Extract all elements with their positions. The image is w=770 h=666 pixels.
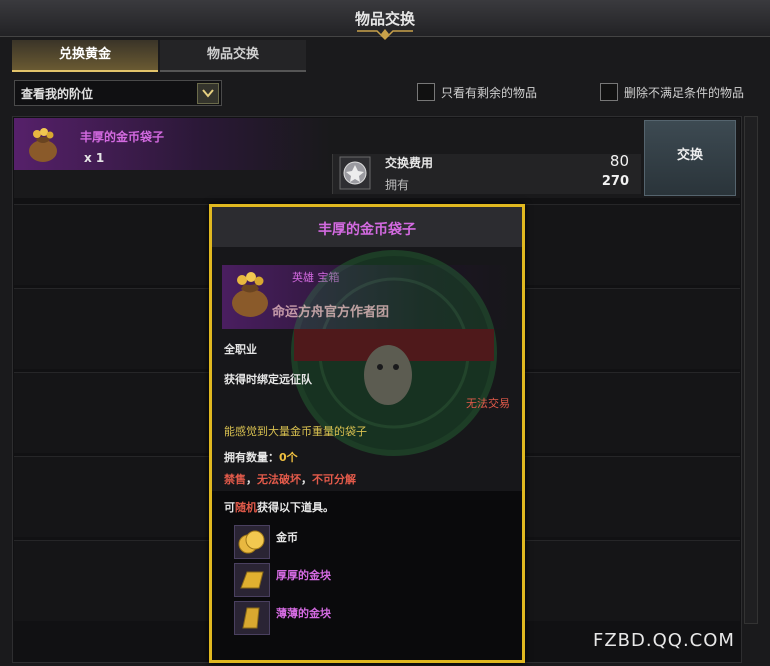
cost-label: 交换费用	[385, 156, 434, 170]
exchange-row[interactable]: 丰厚的金币袋子 x 1 交换费用 80 拥有 270 交换	[14, 118, 740, 198]
watermark-text: 命运方舟官方作者团	[272, 305, 390, 320]
checkbox-box[interactable]	[417, 83, 435, 101]
random-reward-note: 可随机获得以下道具。	[224, 499, 334, 515]
gold-pouch-icon	[29, 128, 57, 162]
restrict-destroy: 无法破坏	[257, 473, 301, 486]
reward-section: 可随机获得以下道具。 金币 厚厚的金块 薄薄的金块	[212, 491, 522, 660]
gold-coin-icon	[234, 525, 270, 559]
tooltip-trade: 无法交易	[466, 397, 510, 410]
restrict-sell: 禁售	[224, 473, 246, 486]
item-name: 丰厚的金币袋子	[80, 130, 165, 144]
gold-pouch-icon	[232, 272, 268, 317]
window-titlebar: 物品交换	[0, 0, 770, 41]
random-suffix: 获得以下道具。	[257, 501, 334, 514]
item-quantity: x 1	[84, 151, 105, 165]
hide-unmet-label: 删除不满足条件的物品	[624, 86, 745, 100]
owned-value: 270	[601, 174, 629, 189]
owned-label: 拥有	[385, 178, 410, 192]
random-word: 随机	[235, 501, 257, 514]
rank-dropdown[interactable]: 查看我的阶位	[14, 80, 222, 106]
tooltip-title: 丰厚的金币袋子	[318, 222, 416, 238]
reward-name: 金币	[276, 531, 298, 544]
tooltip-bind: 获得时绑定远征队	[224, 373, 312, 386]
site-watermark: FZBD.QQ.COM	[593, 630, 735, 651]
tooltip-class: 全职业	[224, 343, 257, 356]
checkbox-box[interactable]	[600, 83, 618, 101]
reward-name: 厚厚的金块	[276, 569, 331, 582]
remaining-only-label: 只看有剩余的物品	[441, 86, 538, 100]
rank-dropdown-label: 查看我的阶位	[21, 87, 94, 101]
item-tooltip: 丰厚的金币袋子 英雄 宝箱 命运方舟官方作者团 全职业 获得时绑定远征队 无法交…	[209, 204, 525, 663]
tooltip-header: 丰厚的金币袋子	[212, 207, 522, 247]
own-count-label: 拥有数量：	[224, 451, 279, 464]
window-title: 物品交换	[354, 10, 415, 28]
currency-medal-icon	[339, 156, 371, 190]
tooltip-description: 能感觉到大量金币重量的袋子	[224, 425, 367, 438]
restrict-separator: ，	[301, 473, 312, 486]
tab-item-exchange[interactable]: 物品交换	[160, 40, 306, 72]
cost-value: 80	[609, 152, 629, 170]
gold-bar-icon	[234, 601, 270, 635]
list-scrollbar[interactable]	[744, 116, 758, 624]
tooltip-own-count: 拥有数量：0个	[224, 449, 298, 465]
random-prefix: 可	[224, 501, 235, 514]
tooltip-restrictions: 禁售，无法破坏，不可分解	[224, 471, 356, 487]
filter-bar: 查看我的阶位 只看有剩余的物品 删除不满足条件的物品	[12, 78, 762, 108]
cost-panel: 交换费用 80 拥有 270	[332, 152, 641, 194]
restrict-separator: ，	[246, 473, 257, 486]
restrict-dismantle: 不可分解	[312, 473, 356, 486]
own-count-value: 0个	[279, 451, 298, 464]
reward-name: 薄薄的金块	[276, 607, 331, 620]
tab-bar: 兑换黄金 物品交换	[12, 40, 308, 72]
exchange-button[interactable]: 交换	[644, 120, 736, 196]
title-ornament-icon	[357, 29, 413, 41]
chevron-down-icon[interactable]	[197, 83, 219, 104]
tab-exchange-gold[interactable]: 兑换黄金	[12, 40, 158, 72]
gold-bar-icon	[234, 563, 270, 597]
